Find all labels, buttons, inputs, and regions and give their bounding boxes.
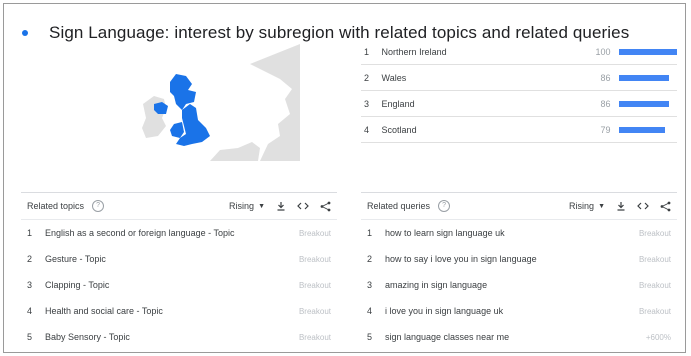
list-item[interactable]: 4 Health and social care - Topic Breakou… xyxy=(21,298,337,324)
row-rank: 3 xyxy=(367,280,373,290)
list-item[interactable]: 3 Clapping - Topic Breakout xyxy=(21,272,337,298)
row-value: Breakout xyxy=(638,254,671,264)
subregion-name: Wales xyxy=(381,72,407,83)
row-value: Breakout xyxy=(298,228,331,238)
panel-tools: Rising ▼ xyxy=(229,193,331,219)
rank-number: 4 xyxy=(364,124,370,135)
row-rank: 2 xyxy=(367,254,373,264)
subregion-value: 100 xyxy=(595,46,611,57)
help-icon[interactable]: ? xyxy=(92,200,105,212)
row-rank: 5 xyxy=(367,332,373,342)
sort-dropdown[interactable]: Rising xyxy=(229,201,254,211)
list-item[interactable]: 3 amazing in sign language Breakout xyxy=(361,272,677,298)
embed-icon[interactable] xyxy=(297,200,309,212)
list-item[interactable]: 1 English as a second or foreign languag… xyxy=(21,220,337,246)
row-value: Breakout xyxy=(298,332,331,342)
list-item[interactable]: 4 i love you in sign language uk Breakou… xyxy=(361,298,677,324)
row-rank: 1 xyxy=(27,228,33,238)
row-value: +600% xyxy=(645,332,671,342)
subregion-list: 1 Northern Ireland 100 2 Wales 86 3 Engl… xyxy=(361,39,677,143)
subregion-bar-track xyxy=(618,48,677,55)
row-label[interactable]: Health and social care - Topic xyxy=(45,306,281,316)
download-icon[interactable] xyxy=(275,200,287,212)
row-value: Breakout xyxy=(638,228,671,238)
subregion-row[interactable]: 3 England 86 xyxy=(361,91,677,117)
subregion-name: Scotland xyxy=(381,124,417,135)
row-value: Breakout xyxy=(298,254,331,264)
row-rank: 1 xyxy=(367,228,373,238)
subregion-row[interactable]: 4 Scotland 79 xyxy=(361,117,677,143)
related-topics-panel: Related topics ? Rising ▼ 1 English as a… xyxy=(21,192,337,352)
row-value: Breakout xyxy=(638,280,671,290)
subregion-bar-track xyxy=(618,126,677,133)
row-rank: 3 xyxy=(27,280,33,290)
row-value: Breakout xyxy=(638,306,671,316)
subregion-name: Northern Ireland xyxy=(381,46,447,57)
row-rank: 5 xyxy=(27,332,33,342)
panel-tools: Rising ▼ xyxy=(569,193,671,219)
share-icon[interactable] xyxy=(319,200,331,212)
row-label[interactable]: sign language classes near me xyxy=(385,332,621,342)
list-item[interactable]: 5 sign language classes near me +600% xyxy=(361,324,677,350)
bullet-icon xyxy=(22,30,28,36)
related-queries-panel: Related queries ? Rising ▼ 1 how to lear… xyxy=(361,192,677,352)
row-label[interactable]: how to learn sign language uk xyxy=(385,228,621,238)
caret-down-icon[interactable]: ▼ xyxy=(258,203,265,210)
uk-map[interactable] xyxy=(140,44,300,161)
caret-down-icon[interactable]: ▼ xyxy=(598,203,605,210)
rank-number: 3 xyxy=(364,98,370,109)
subregion-bar xyxy=(618,48,677,55)
panel-title: Related queries xyxy=(367,201,431,211)
share-icon[interactable] xyxy=(659,200,671,212)
subregion-bar xyxy=(618,100,669,107)
list-item[interactable]: 2 how to say i love you in sign language… xyxy=(361,246,677,272)
subregion-bar-track xyxy=(618,100,677,107)
subregion-value: 86 xyxy=(600,98,611,109)
widget-frame: Sign Language: interest by subregion wit… xyxy=(3,3,686,353)
row-label[interactable]: amazing in sign language xyxy=(385,280,621,290)
download-icon[interactable] xyxy=(615,200,627,212)
subregion-value: 79 xyxy=(600,124,611,135)
row-label[interactable]: i love you in sign language uk xyxy=(385,306,621,316)
row-rank: 4 xyxy=(367,306,373,316)
list-item[interactable]: 2 Gesture - Topic Breakout xyxy=(21,246,337,272)
row-label[interactable]: Clapping - Topic xyxy=(45,280,281,290)
panel-header: Related queries ? Rising ▼ xyxy=(361,193,677,220)
embed-icon[interactable] xyxy=(637,200,649,212)
help-icon[interactable]: ? xyxy=(438,200,451,212)
row-rank: 4 xyxy=(27,306,33,316)
list-item[interactable]: 5 Baby Sensory - Topic Breakout xyxy=(21,324,337,350)
row-label[interactable]: Gesture - Topic xyxy=(45,254,281,264)
panel-header: Related topics ? Rising ▼ xyxy=(21,193,337,220)
subregion-bar xyxy=(618,126,665,133)
subregion-row[interactable]: 2 Wales 86 xyxy=(361,65,677,91)
rank-number: 1 xyxy=(364,46,370,57)
row-label[interactable]: how to say i love you in sign language xyxy=(385,254,621,264)
panel-title: Related topics xyxy=(27,201,85,211)
rank-number: 2 xyxy=(364,72,370,83)
list-item[interactable]: 1 how to learn sign language uk Breakout xyxy=(361,220,677,246)
row-label[interactable]: Baby Sensory - Topic xyxy=(45,332,281,342)
subregion-value: 86 xyxy=(600,72,611,83)
sort-dropdown[interactable]: Rising xyxy=(569,201,594,211)
row-rank: 2 xyxy=(27,254,33,264)
subregion-row[interactable]: 1 Northern Ireland 100 xyxy=(361,39,677,65)
row-value: Breakout xyxy=(298,280,331,290)
subregion-bar xyxy=(618,74,669,81)
subregion-bar-track xyxy=(618,74,677,81)
row-value: Breakout xyxy=(298,306,331,316)
subregion-name: England xyxy=(381,98,415,109)
row-label[interactable]: English as a second or foreign language … xyxy=(45,228,281,238)
